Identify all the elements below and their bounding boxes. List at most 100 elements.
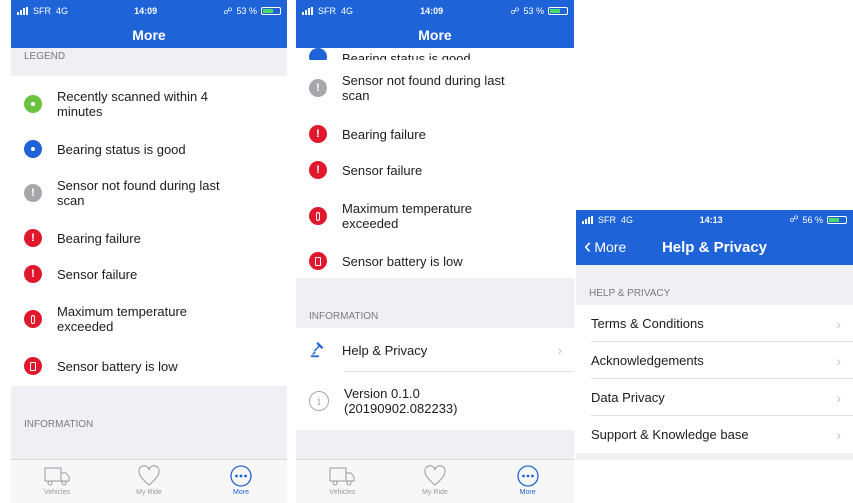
thermometer-icon — [309, 207, 327, 225]
bearing-good-icon — [309, 48, 327, 60]
exclamation-icon: ! — [24, 184, 42, 202]
truck-icon — [328, 464, 356, 488]
battery-low-icon — [309, 252, 327, 270]
tab-vehicles[interactable]: Vehicles — [312, 464, 372, 496]
clock: 14:09 — [420, 6, 444, 16]
support-knowledge-row[interactable]: Support & Knowledge base › — [576, 416, 853, 453]
legend-item-label: Bearing failure — [57, 230, 141, 246]
tab-more[interactable]: More — [211, 464, 271, 496]
help-privacy-label: Help & Privacy — [342, 342, 428, 358]
information-header: INFORMATION — [309, 311, 379, 322]
legend-item-label: Bearing status is good — [342, 51, 471, 60]
legend-item-label: Recently scanned within 4 minutes — [57, 89, 209, 119]
legend-item-label: Sensor battery is low — [342, 253, 463, 269]
legend-item: ! Sensor failure — [11, 256, 287, 292]
tab-vehicles[interactable]: Vehicles — [27, 464, 87, 496]
legend-item: Maximum temperature exceeded — [11, 292, 287, 346]
legend-item-label: Bearing status is good — [57, 141, 186, 157]
legend-item: Sensor battery is low — [296, 244, 574, 278]
legend-item-label: Sensor failure — [342, 162, 423, 178]
version-text: Version 0.1.0 (20190902.082233) — [344, 386, 458, 416]
legend-item-label: Sensor not found during last scan — [57, 178, 220, 208]
exclamation-icon: ! — [24, 229, 42, 247]
legend-item: ! Sensor not found during last scan — [11, 166, 287, 220]
row-label: Support & Knowledge base — [591, 427, 749, 442]
heart-icon — [135, 464, 163, 488]
help-privacy-screen: SFR 4G 14:13 ☍ 56 % ‹ More Help & Privac… — [576, 210, 853, 460]
tab-label: More — [233, 489, 249, 496]
nav-bar: ‹ More Help & Privacy — [576, 229, 853, 265]
clock: 14:13 — [699, 214, 723, 225]
chevron-left-icon: ‹ — [584, 232, 592, 258]
legend-item-label: Maximum temperature exceeded — [57, 304, 188, 334]
battery-icon — [261, 7, 281, 15]
legend-header: LEGEND — [24, 50, 66, 62]
exclamation-icon: ! — [24, 265, 42, 283]
legend-list: Recently scanned within 4 minutes Bearin… — [11, 76, 287, 386]
network-type: 4G — [341, 6, 354, 16]
chevron-right-icon: › — [557, 342, 562, 358]
exclamation-icon: ! — [309, 125, 327, 143]
legend-item-partial: Bearing status is good — [296, 48, 574, 60]
more-dots-icon — [514, 464, 542, 488]
signal-icon — [17, 7, 28, 15]
legend-item-label: Sensor not found during last scan — [342, 73, 505, 103]
legend-item: Bearing status is good — [11, 132, 287, 166]
tab-label: My Ride — [422, 489, 448, 496]
battery-low-icon — [24, 357, 42, 375]
row-label: Terms & Conditions — [591, 316, 704, 331]
top-bar: SFR 4G 14:09 ☍ 53 % More — [296, 0, 574, 48]
tab-my-ride[interactable]: My Ride — [405, 464, 465, 496]
battery-percent: 56 % — [802, 214, 823, 225]
chevron-right-icon: › — [836, 315, 841, 332]
top-bar: SFR 4G 14:09 ☍ 53 % More — [11, 0, 287, 48]
tab-bar: Vehicles My Ride More — [11, 459, 287, 503]
nav-title: More — [132, 27, 166, 43]
battery-percent: 53 % — [236, 6, 257, 16]
clock: 14:09 — [134, 6, 158, 16]
chevron-right-icon: › — [836, 389, 841, 406]
information-header: INFORMATION — [24, 419, 94, 430]
legend-item: Recently scanned within 4 minutes — [11, 76, 287, 132]
scan-icon — [24, 95, 42, 113]
heart-icon — [421, 464, 449, 488]
top-bar: SFR 4G 14:13 ☍ 56 % ‹ More Help & Privac… — [576, 210, 853, 265]
legend-item-label: Bearing failure — [342, 126, 426, 142]
carrier: SFR — [598, 214, 616, 225]
tab-label: Vehicles — [329, 489, 356, 496]
version-number: Version 0.1.0 — [344, 386, 420, 401]
truck-icon — [43, 464, 71, 488]
headphones-icon: ☍ — [789, 214, 799, 224]
version-row: i Version 0.1.0 (20190902.082233) — [296, 372, 574, 430]
nav-title: Help & Privacy — [661, 238, 768, 256]
back-label: More — [594, 239, 627, 255]
information-list: Help & Privacy › i Version 0.1.0 (201909… — [296, 328, 574, 430]
headphones-icon: ☍ — [510, 5, 520, 16]
legend-item: ! Bearing failure — [11, 220, 287, 256]
data-privacy-row[interactable]: Data Privacy › — [576, 379, 853, 416]
legend-item-label: Sensor failure — [57, 266, 138, 282]
exclamation-icon: ! — [309, 161, 327, 179]
battery-percent: 53 % — [523, 6, 544, 16]
legend-item: Sensor battery is low — [11, 346, 287, 386]
chevron-right-icon: › — [836, 352, 841, 369]
legend-item: ! Bearing failure — [296, 116, 574, 152]
legend-item: Maximum temperature exceeded — [296, 188, 574, 244]
network-type: 4G — [621, 214, 634, 225]
back-button[interactable]: ‹ More — [584, 229, 626, 265]
gavel-icon — [309, 341, 327, 359]
help-privacy-row[interactable]: Help & Privacy › — [296, 328, 574, 372]
terms-conditions-row[interactable]: Terms & Conditions › — [576, 305, 853, 342]
thermometer-icon — [24, 310, 42, 328]
tab-more[interactable]: More — [498, 464, 558, 496]
status-bar: SFR 4G 14:09 ☍ 53 % — [296, 0, 574, 22]
nav-title: More — [418, 27, 452, 43]
acknowledgements-row[interactable]: Acknowledgements › — [576, 342, 853, 379]
headphones-icon: ☍ — [223, 5, 233, 16]
info-icon: i — [309, 391, 329, 411]
legend-item: ! Sensor not found during last scan — [296, 60, 574, 116]
battery-icon — [827, 215, 847, 224]
more-screen-information: SFR 4G 14:09 ☍ 53 % More Bearing status … — [296, 0, 574, 503]
more-screen-legend: SFR 4G 14:09 ☍ 53 % More LEGEND Recently… — [11, 0, 287, 503]
tab-my-ride[interactable]: My Ride — [119, 464, 179, 496]
